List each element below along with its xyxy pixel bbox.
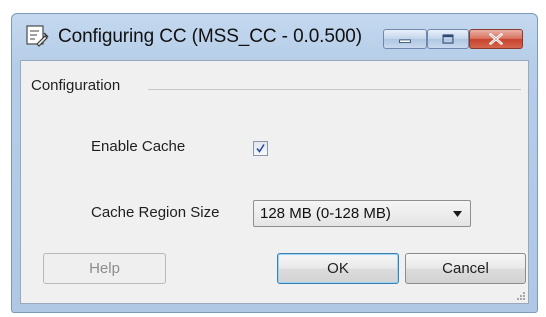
cache-region-size-value: 128 MB (0-128 MB) [260, 205, 391, 222]
close-button[interactable] [469, 29, 523, 49]
enable-cache-checkbox[interactable] [253, 141, 268, 156]
checkmark-icon [256, 144, 265, 153]
maximize-button[interactable] [427, 29, 469, 49]
ok-button[interactable]: OK [277, 253, 399, 284]
cancel-button[interactable]: Cancel [405, 253, 526, 284]
cache-region-size-label: Cache Region Size [91, 204, 220, 221]
close-icon [489, 33, 503, 45]
chevron-down-icon [453, 211, 462, 217]
group-divider [148, 89, 521, 90]
window-title: Configuring CC (MSS_CC - 0.0.500) [58, 26, 362, 47]
dialog-window: Configuring CC (MSS_CC - 0.0.500) Config… [11, 13, 538, 313]
help-button[interactable]: Help [43, 253, 166, 284]
title-bar[interactable]: Configuring CC (MSS_CC - 0.0.500) [12, 14, 537, 60]
dialog-content: Configuration Enable Cache Cache Region … [20, 60, 529, 304]
resize-grip-icon[interactable] [516, 291, 526, 301]
minimize-icon [399, 39, 411, 44]
maximize-icon [442, 34, 454, 44]
group-label: Configuration [31, 77, 121, 94]
cache-region-size-select[interactable]: 128 MB (0-128 MB) [253, 200, 471, 227]
minimize-button[interactable] [383, 29, 427, 49]
enable-cache-label: Enable Cache [91, 138, 186, 155]
settings-app-icon [25, 24, 49, 48]
